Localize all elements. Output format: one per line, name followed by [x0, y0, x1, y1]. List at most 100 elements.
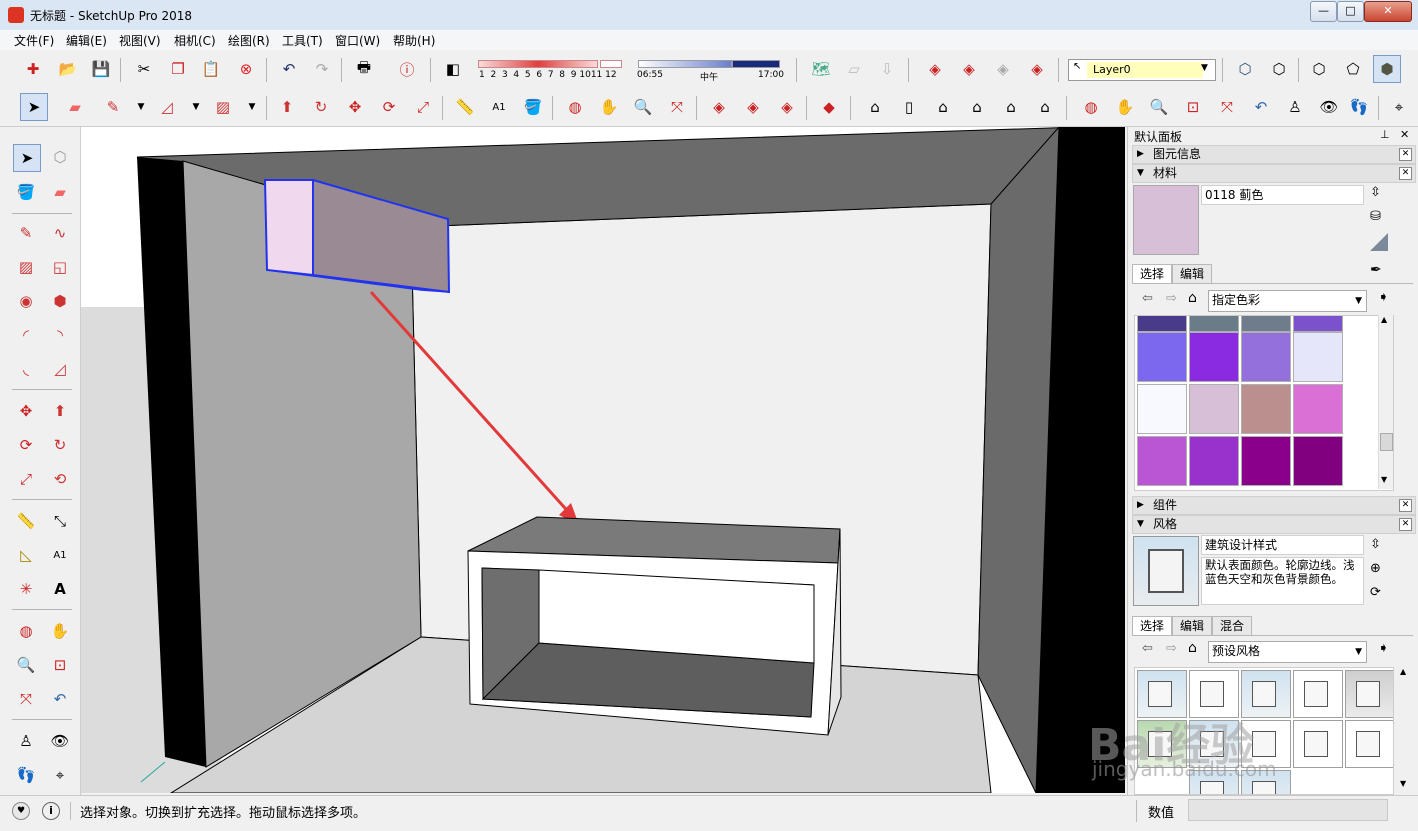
- material-name-field[interactable]: 0118 蓟色: [1201, 185, 1364, 205]
- menu-draw[interactable]: 绘图(R): [228, 32, 270, 49]
- photo-textures-icon[interactable]: ⇩: [874, 56, 900, 82]
- text-tool-icon[interactable]: A1: [47, 542, 73, 568]
- orbit-2-icon[interactable]: ◍: [1078, 94, 1104, 120]
- print-icon[interactable]: 🖶: [351, 56, 377, 82]
- menu-window[interactable]: 窗口(W): [335, 32, 380, 49]
- section-plane-tool-icon[interactable]: ⌖: [47, 762, 73, 788]
- eraser-icon[interactable]: ▰: [62, 94, 88, 120]
- share-model-icon[interactable]: ◈: [956, 56, 982, 82]
- style-thumb[interactable]: [1293, 720, 1343, 768]
- toggle-terrain-icon[interactable]: ▱: [841, 56, 867, 82]
- protractor-tool-icon[interactable]: ◺: [13, 542, 39, 568]
- follow-me-tool-icon[interactable]: ↻: [47, 432, 73, 458]
- material-swatch[interactable]: [1293, 436, 1343, 486]
- two-point-arc-icon[interactable]: ◝: [47, 322, 73, 348]
- front-house-icon[interactable]: ⌂: [930, 94, 956, 120]
- polygon-tool-icon[interactable]: ⬢: [47, 288, 73, 314]
- add-location-icon[interactable]: 🗺: [808, 56, 834, 82]
- shadows-toggle-icon[interactable]: ◧: [440, 56, 466, 82]
- top-house-icon[interactable]: ⌂: [964, 94, 990, 120]
- close-button[interactable]: ✕: [1364, 1, 1412, 22]
- zoom-extents-tool-icon[interactable]: ⤧: [13, 686, 39, 712]
- share-model-2-icon[interactable]: ◈: [740, 94, 766, 120]
- close-tray-icon[interactable]: ✕: [1400, 128, 1409, 141]
- text-label-icon[interactable]: A1: [486, 94, 512, 120]
- upload-component-icon[interactable]: ◈: [774, 94, 800, 120]
- offset-tool-icon[interactable]: ⟲: [47, 466, 73, 492]
- maximize-button[interactable]: □: [1337, 1, 1364, 22]
- zoom-2-icon[interactable]: 🔍: [1146, 94, 1172, 120]
- material-swatch[interactable]: [1241, 332, 1291, 382]
- styles-tab-edit[interactable]: 编辑: [1172, 616, 1212, 635]
- redo-icon[interactable]: ↷: [309, 56, 335, 82]
- zoom-icon[interactable]: 🔍: [630, 94, 656, 120]
- material-swatch[interactable]: [1241, 384, 1291, 434]
- material-swatch[interactable]: [1293, 384, 1343, 434]
- copy-icon[interactable]: ❐: [165, 56, 191, 82]
- create-style-icon[interactable]: ⇳: [1370, 537, 1381, 552]
- previous-view-tool-icon[interactable]: ↶: [47, 686, 73, 712]
- material-swatch[interactable]: [1137, 332, 1187, 382]
- paint-bucket-left-icon[interactable]: 🪣: [13, 179, 39, 205]
- select-arrow-icon[interactable]: ➤: [20, 93, 48, 121]
- cut-icon[interactable]: ✂: [131, 56, 157, 82]
- layer-select[interactable]: ↖ Layer0 ▼: [1068, 59, 1216, 81]
- styles-tab-mix[interactable]: 混合: [1212, 616, 1252, 635]
- eraser-left-icon[interactable]: ▰: [47, 179, 73, 205]
- rectangle-tool-icon[interactable]: ▨: [13, 254, 39, 280]
- material-swatch[interactable]: [1137, 384, 1187, 434]
- scale-icon[interactable]: ⤢: [410, 94, 436, 120]
- material-sample-icon[interactable]: ⛁: [1370, 209, 1381, 224]
- pie-tool-icon[interactable]: ◿: [47, 356, 73, 382]
- three-point-arc-icon[interactable]: ◟: [13, 356, 39, 382]
- iso-view-icon[interactable]: ⬡: [1232, 56, 1258, 82]
- iso-house-icon[interactable]: ⌂: [862, 94, 888, 120]
- circle-tool-icon[interactable]: ◉: [13, 288, 39, 314]
- shape-dropdown-chevron-icon[interactable]: ▼: [239, 94, 265, 120]
- open-folder-icon[interactable]: 📂: [55, 56, 81, 82]
- info-icon[interactable]: i: [42, 802, 60, 820]
- warehouse-icon[interactable]: ◈: [922, 56, 948, 82]
- position-camera-icon[interactable]: ♙: [1282, 94, 1308, 120]
- create-material-icon[interactable]: ⇳: [1370, 185, 1381, 200]
- scale-tool-icon[interactable]: ⤢: [13, 466, 39, 492]
- material-swatch[interactable]: [1189, 384, 1239, 434]
- entity-info-header[interactable]: ▶ 图元信息 ✕: [1132, 145, 1416, 164]
- 3d-text-tool-icon[interactable]: A: [47, 576, 73, 602]
- follow-me-icon[interactable]: ↻: [308, 94, 334, 120]
- extension-warehouse-icon[interactable]: ◈: [1024, 56, 1050, 82]
- position-camera-tool-icon[interactable]: ♙: [13, 728, 39, 754]
- rotate-icon[interactable]: ⟳: [376, 94, 402, 120]
- rectangle-icon[interactable]: ▨: [210, 94, 236, 120]
- material-swatch[interactable]: [1293, 332, 1343, 382]
- rotated-rectangle-icon[interactable]: ◱: [47, 254, 73, 280]
- pan-hand-icon[interactable]: ✋: [596, 94, 622, 120]
- material-swatch[interactable]: [1189, 316, 1239, 332]
- paint-bucket-icon[interactable]: 🪣: [520, 94, 546, 120]
- shaded-style-icon[interactable]: ⬢: [1373, 55, 1401, 83]
- materials-tab-select[interactable]: 选择: [1132, 264, 1172, 283]
- orbit-icon[interactable]: ◍: [562, 94, 588, 120]
- material-swatch[interactable]: [1241, 436, 1291, 486]
- style-thumb[interactable]: [1345, 720, 1393, 768]
- new-model-icon[interactable]: ✚: [20, 56, 46, 82]
- menu-view[interactable]: 视图(V): [119, 32, 161, 49]
- look-around-tool-icon[interactable]: 👁: [47, 728, 73, 754]
- look-around-eye-icon[interactable]: 👁: [1316, 94, 1342, 120]
- geo-location-icon[interactable]: ♥: [12, 802, 30, 820]
- close-styles-icon[interactable]: ✕: [1399, 518, 1412, 531]
- zoom-extents-2-icon[interactable]: ⤧: [1214, 94, 1240, 120]
- menu-help[interactable]: 帮助(H): [393, 32, 435, 49]
- previous-view-icon[interactable]: ↶: [1248, 94, 1274, 120]
- measurements-input[interactable]: [1188, 799, 1388, 821]
- style-library-select[interactable]: 预设风格 ▼: [1208, 641, 1367, 663]
- select-tool-icon[interactable]: ➤: [13, 144, 41, 172]
- rotate-tool-icon[interactable]: ⟳: [13, 432, 39, 458]
- tape-measure-icon[interactable]: 📏: [452, 94, 478, 120]
- arc-tool-icon[interactable]: ◜: [13, 322, 39, 348]
- material-library-select[interactable]: 指定色彩 ▼: [1208, 290, 1367, 312]
- line-tool-icon[interactable]: ✎: [13, 220, 39, 246]
- right-view-icon[interactable]: ▯: [896, 94, 922, 120]
- back-arrow-icon[interactable]: ⇦: [1142, 291, 1153, 306]
- pencil-line-icon[interactable]: ✎: [100, 94, 126, 120]
